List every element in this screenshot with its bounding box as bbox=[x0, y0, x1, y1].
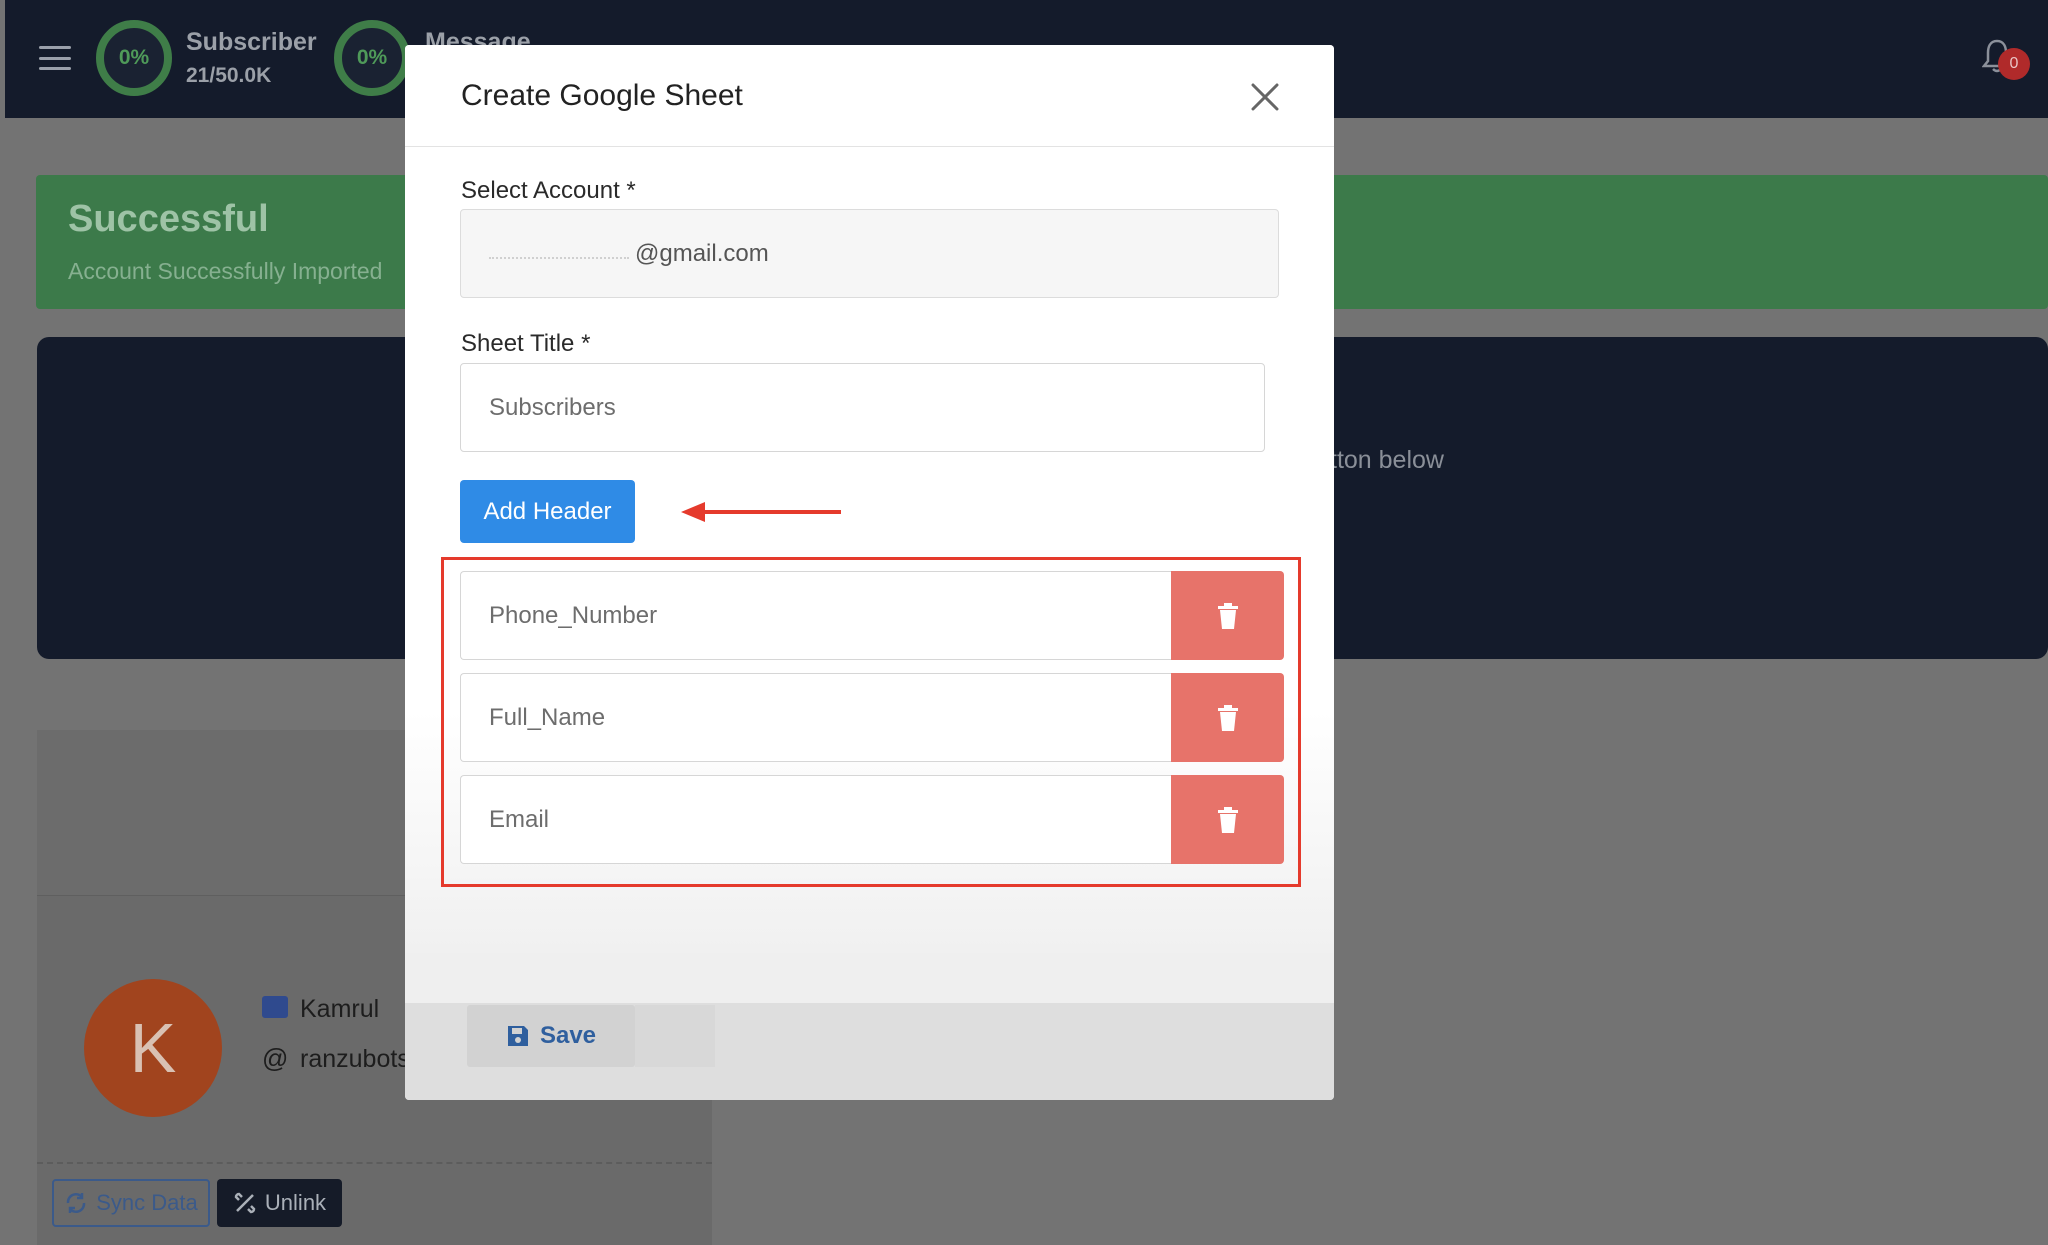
sync-data-label: Sync Data bbox=[96, 1190, 198, 1215]
save-label: Save bbox=[539, 1022, 597, 1049]
sync-data-button[interactable]: Sync Data bbox=[52, 1179, 210, 1227]
select-account-label: Select Account * bbox=[461, 177, 636, 204]
add-header-button[interactable]: Add Header bbox=[460, 480, 635, 543]
subscriber-stat-title: Subscriber bbox=[186, 28, 317, 56]
trash-icon bbox=[1217, 704, 1238, 731]
header-input[interactable]: Email bbox=[460, 775, 1171, 864]
header-row: Full_Name bbox=[460, 673, 1284, 762]
header-row: Phone_Number bbox=[460, 571, 1284, 660]
delete-header-button[interactable] bbox=[1171, 775, 1284, 864]
at-sign-icon: @ bbox=[262, 1043, 289, 1073]
subscriber-progress-ring: 0% bbox=[96, 20, 172, 96]
subscriber-stat-value: 21/50.0K bbox=[186, 64, 272, 87]
annotation-arrow bbox=[681, 502, 841, 522]
header-input[interactable]: Phone_Number bbox=[460, 571, 1171, 660]
sync-icon bbox=[66, 1193, 86, 1213]
info-card-text: tton below bbox=[1330, 446, 1444, 474]
trash-icon bbox=[1217, 602, 1238, 629]
menu-icon[interactable] bbox=[39, 46, 71, 70]
success-alert-message: Account Successfully Imported bbox=[68, 258, 383, 284]
unlink-label: Unlink bbox=[264, 1190, 327, 1215]
profile-username: ranzubots bbox=[300, 1045, 410, 1073]
header-input[interactable]: Full_Name bbox=[460, 673, 1171, 762]
trash-icon bbox=[1217, 806, 1238, 833]
divider bbox=[37, 1162, 712, 1164]
create-google-sheet-modal: Create Google Sheet Select Account * @gm… bbox=[405, 45, 1334, 1100]
save-button[interactable]: Save bbox=[467, 1005, 635, 1067]
unlink-icon bbox=[234, 1192, 256, 1214]
sheet-title-input[interactable]: Subscribers bbox=[460, 363, 1265, 452]
message-progress-ring: 0% bbox=[334, 20, 410, 96]
redacted-email-prefix bbox=[489, 256, 629, 259]
delete-header-button[interactable] bbox=[1171, 673, 1284, 762]
modal-title: Create Google Sheet bbox=[461, 79, 743, 112]
selected-account-value: @gmail.com bbox=[635, 239, 769, 267]
select-account-dropdown[interactable]: @gmail.com bbox=[460, 209, 1279, 298]
success-alert-title: Successful bbox=[68, 198, 269, 240]
footer-button-backdrop bbox=[635, 1005, 715, 1067]
unlink-button[interactable]: Unlink bbox=[217, 1179, 342, 1227]
sheet-title-label: Sheet Title * bbox=[461, 330, 591, 357]
briefcase-icon bbox=[262, 996, 288, 1018]
avatar: K bbox=[84, 979, 222, 1117]
header-row: Email bbox=[460, 775, 1284, 864]
modal-header: Create Google Sheet bbox=[405, 45, 1334, 147]
close-icon[interactable] bbox=[1245, 77, 1285, 117]
profile-name: Kamrul bbox=[300, 995, 380, 1023]
notification-count-badge: 0 bbox=[1998, 48, 2030, 80]
delete-header-button[interactable] bbox=[1171, 571, 1284, 660]
floppy-disk-icon bbox=[507, 1026, 528, 1046]
